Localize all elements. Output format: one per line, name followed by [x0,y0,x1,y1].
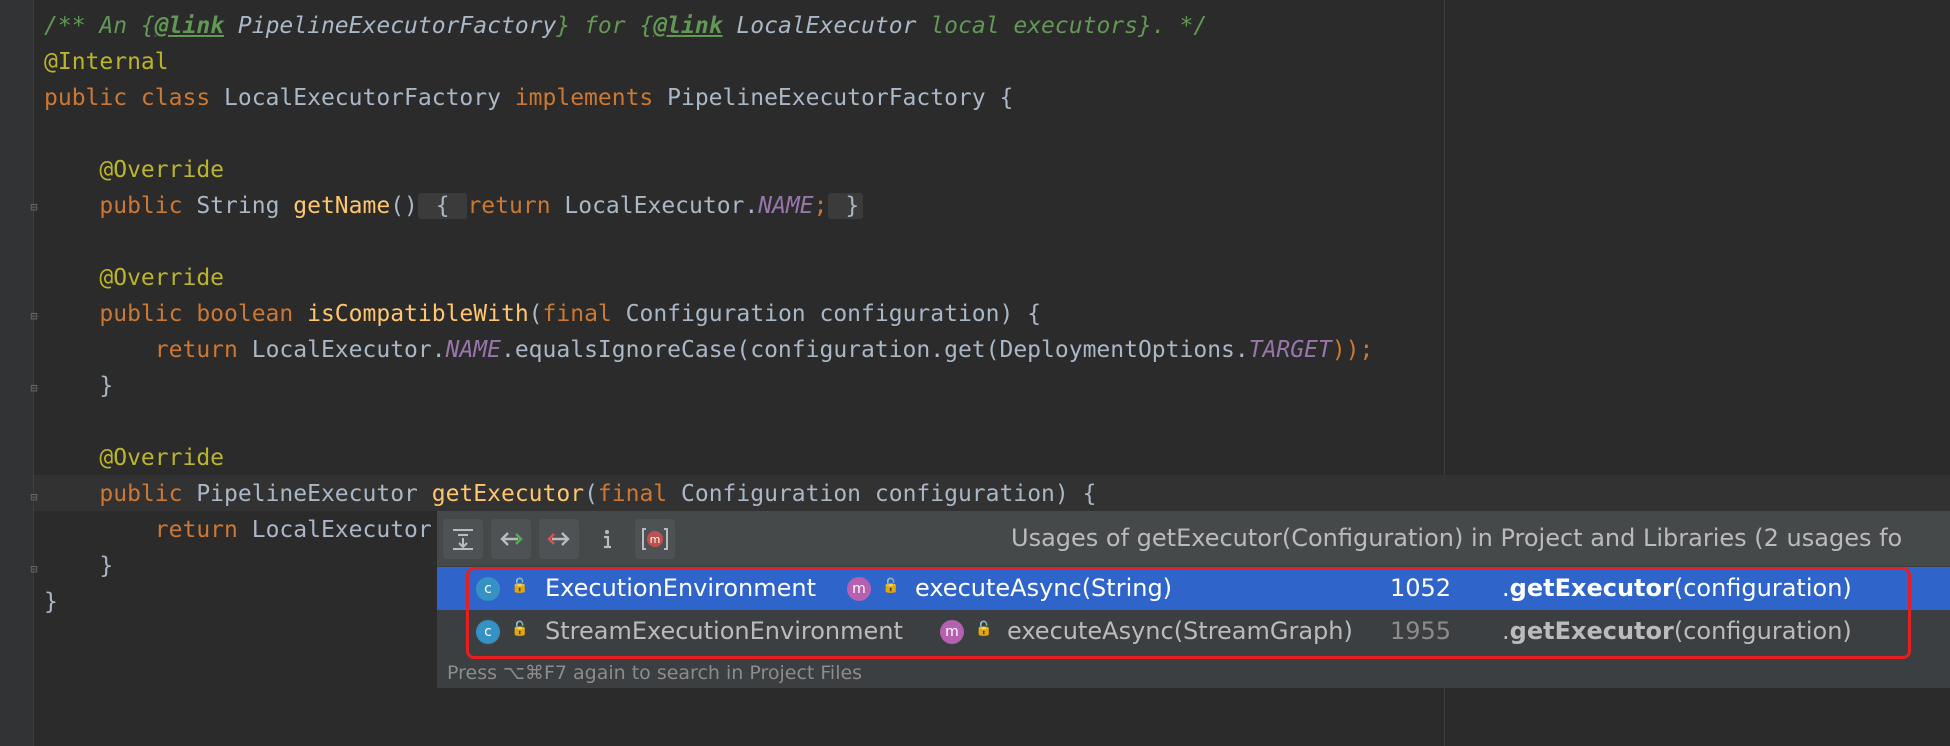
code-line[interactable]: @Override [44,152,1373,188]
code-token: public [99,481,197,507]
code-line[interactable]: @Internal [44,44,1373,80]
fold-marker-icon[interactable]: ⊟ [27,200,41,214]
code-token: LocalExecutor. [564,193,759,219]
popup-footer-hint: Press ⌥⌘F7 again to search in Project Fi… [437,660,1950,688]
code-token: NAME [758,193,814,219]
code-line[interactable]: public PipelineExecutor getExecutor(fina… [44,476,1373,512]
code-token: local executors}. */ [916,13,1208,39]
code-line[interactable]: @Override [44,440,1373,476]
code-token: } [827,193,864,219]
fold-marker-icon[interactable]: ⊟ [27,309,41,323]
code-token: @link [653,13,723,39]
code-token: final [597,481,682,507]
code-token: return [154,517,252,543]
code-token: LocalExecutor [251,517,432,543]
svg-text:m: m [650,533,661,546]
code-token: String [196,193,294,219]
popup-toolbar: m Usages of getExecutor(Configuration) i… [437,511,1950,566]
editor-gutter [0,0,33,746]
code-token: PipelineExecutorFactory [224,13,557,39]
code-token: @Override [99,445,225,471]
code-token: @Internal [44,49,169,75]
code-line[interactable]: @Override [44,260,1373,296]
code-token: final [542,301,626,327]
gutter-divider [33,0,34,746]
code-token: return [154,337,252,363]
code-token: TARGET [1248,337,1332,363]
code-token: implements [514,85,668,111]
code-token: return [467,193,565,219]
code-token: public class [44,85,225,111]
code-token: Configuration configuration) { [625,301,1042,327]
code-token: ( [528,301,543,327]
code-token: } [44,553,114,579]
fold-end-icon[interactable]: ⊟ [27,562,41,576]
code-line[interactable]: } [44,368,1373,404]
code-line[interactable] [44,224,1373,260]
code-token: ( [584,481,598,507]
code-line[interactable]: public String getName() { return LocalEx… [44,188,1373,224]
code-token: NAME [445,337,501,363]
code-line[interactable]: /** An {@link PipelineExecutorFactory} f… [44,8,1373,44]
fold-marker-icon[interactable]: ⊟ [27,490,41,504]
code-line[interactable]: public boolean isCompatibleWith(final Co… [44,296,1373,332]
code-token: isCompatibleWith [307,301,529,327]
info-icon[interactable] [587,519,627,559]
code-token: LocalExecutor [722,13,917,39]
code-token: .equalsIgnoreCase(configuration.get(Depl… [500,337,1249,363]
popup-title: Usages of getExecutor(Configuration) in … [1011,524,1903,552]
previous-usage-icon[interactable] [491,519,531,559]
expand-all-icon[interactable] [443,519,483,559]
code-token: public [99,193,197,219]
method-filter-icon[interactable]: m [635,519,675,559]
code-token: @Override [99,265,225,291]
code-token: getName [293,193,391,219]
code-token: PipelineExecutorFactory { [667,85,1014,111]
next-usage-icon[interactable] [539,519,579,559]
code-token: () [390,193,418,219]
code-token: )); [1331,337,1374,363]
code-token: } [44,589,58,615]
code-token: PipelineExecutor [196,481,432,507]
code-line[interactable]: public class LocalExecutorFactory implem… [44,80,1373,116]
code-line[interactable]: return LocalExecutor.NAME.equalsIgnoreCa… [44,332,1374,368]
code-token: } for { [556,13,654,39]
code-token: } [44,373,114,399]
code-token: ; [813,193,828,219]
code-line[interactable] [44,404,1373,440]
code-token: LocalExecutorFactory [224,85,515,111]
fold-end-icon[interactable]: ⊟ [27,381,41,395]
code-token: LocalExecutor. [251,337,446,363]
annotation-highlight-box [466,567,1911,659]
code-line[interactable] [44,116,1373,152]
code-token: Configuration configuration) { [681,481,1097,507]
code-token: @Override [99,157,225,183]
code-token: getExecutor [431,481,585,507]
code-token: { [417,193,468,219]
footer-hint-text: Press ⌥⌘F7 again to search in Project Fi… [447,662,863,684]
code-token: public boolean [99,301,308,327]
code-token: /** An { [44,13,155,39]
code-token: @link [154,13,225,39]
